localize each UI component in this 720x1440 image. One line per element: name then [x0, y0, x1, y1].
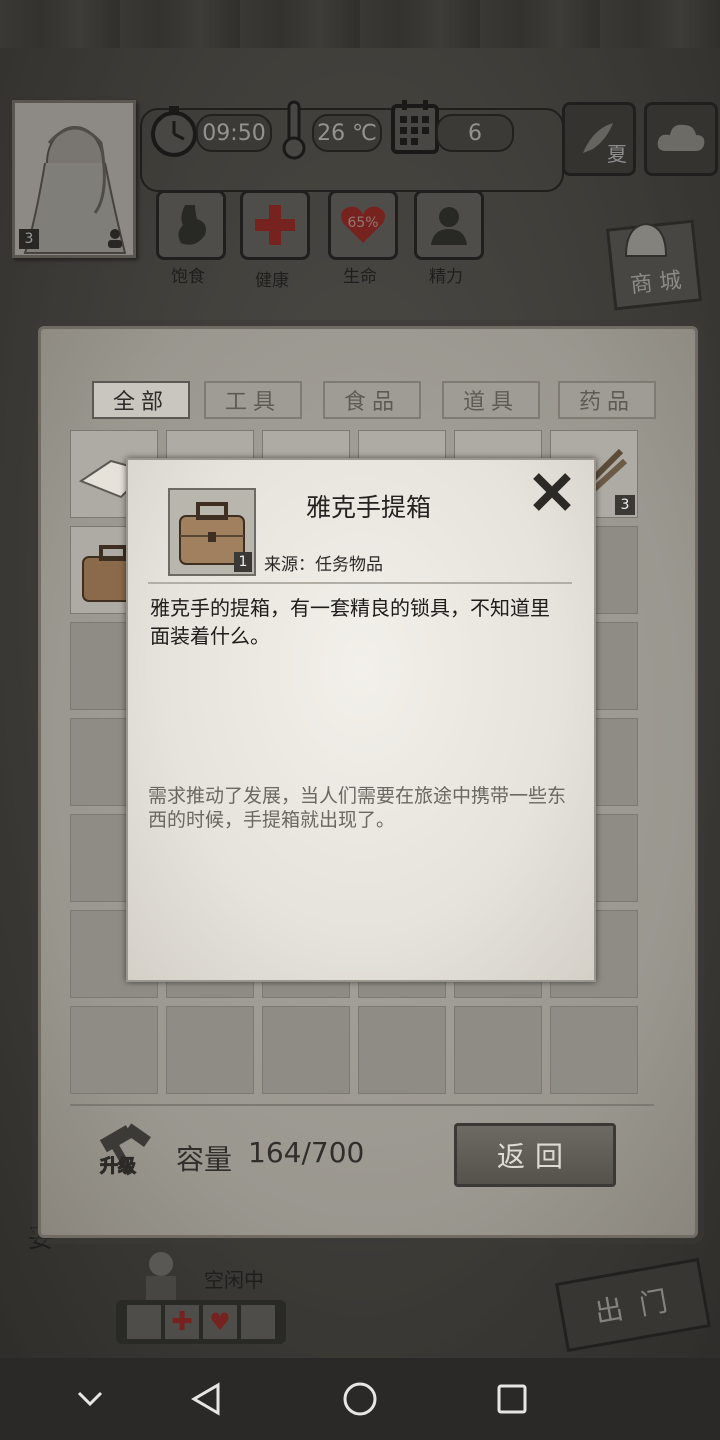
status-bar — [0, 0, 720, 48]
item-description: 雅克手的提箱，有一套精良的锁具，不知道里面装着什么。 — [150, 596, 550, 648]
recents-square-icon — [497, 1384, 527, 1414]
item-flavor-text: 需求推动了发展，当人们需要在旅途中携带一些东西的时候，手提箱就出现了。 — [148, 785, 567, 831]
inventory-slot[interactable] — [166, 1006, 254, 1094]
tab-all[interactable]: 全部 — [92, 381, 190, 419]
tab-props[interactable]: 道具 — [442, 381, 540, 419]
item-quantity-badge: 1 — [234, 552, 252, 572]
inventory-slot[interactable] — [454, 1006, 542, 1094]
item-image-frame: 1 — [168, 488, 256, 576]
nav-back-button[interactable] — [180, 1374, 232, 1424]
inventory-slot[interactable] — [262, 1006, 350, 1094]
close-icon — [533, 473, 571, 511]
item-source: 来源：任务物品 — [264, 555, 383, 575]
nav-recents-button[interactable] — [486, 1374, 538, 1424]
inventory-slot[interactable] — [550, 1006, 638, 1094]
navigation-bar — [0, 1358, 720, 1440]
close-button[interactable] — [530, 470, 574, 514]
home-circle-icon — [343, 1382, 377, 1416]
upgrade-label: 升级 — [100, 1156, 137, 1178]
back-triangle-icon — [191, 1382, 220, 1416]
tab-food[interactable]: 食品 — [323, 381, 421, 419]
inventory-slot[interactable] — [358, 1006, 446, 1094]
item-title: 雅克手提箱 — [306, 493, 432, 522]
tab-medicine[interactable]: 药品 — [558, 381, 656, 419]
capacity-label: 容量 — [176, 1143, 233, 1176]
nav-hide-button[interactable] — [64, 1374, 116, 1424]
divider — [70, 1104, 654, 1106]
capacity-value: 164/700 — [248, 1136, 365, 1169]
dialog-divider — [148, 582, 572, 584]
tab-tools[interactable]: 工具 — [204, 381, 302, 419]
inventory-slot[interactable] — [70, 1006, 158, 1094]
chevron-down-icon — [77, 1391, 103, 1407]
upgrade-button[interactable]: 升级 — [96, 1120, 156, 1180]
return-button[interactable]: 返回 — [454, 1123, 616, 1187]
slot-count-badge: 3 — [615, 495, 635, 515]
nav-home-button[interactable] — [334, 1374, 386, 1424]
